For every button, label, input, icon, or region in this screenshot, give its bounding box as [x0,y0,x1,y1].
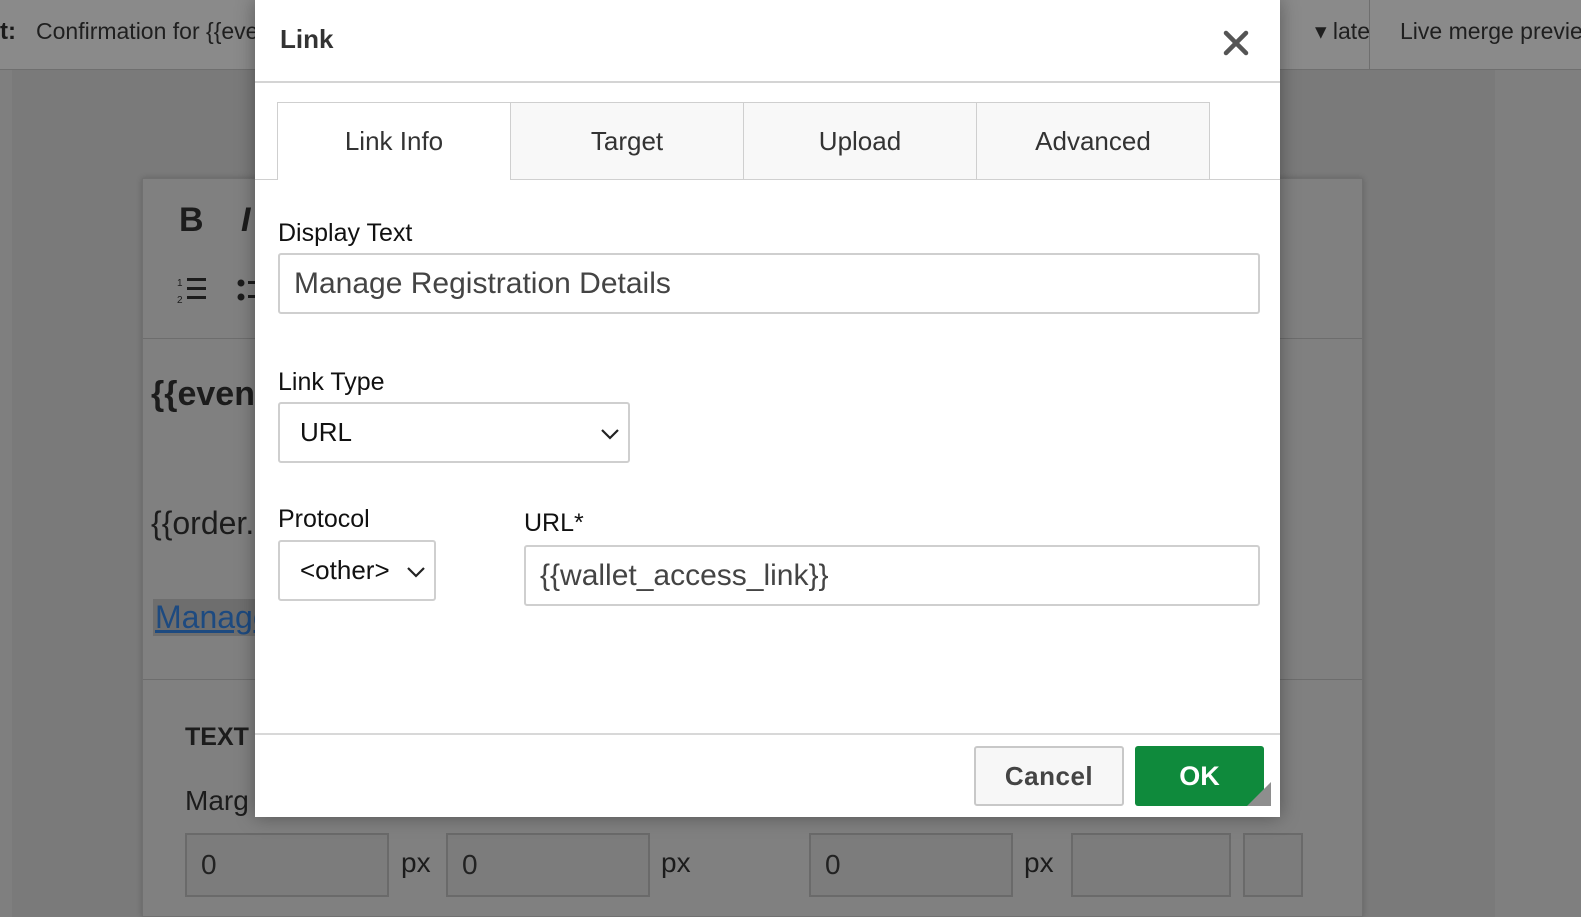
protocol-label: Protocol [278,505,370,533]
display-text-label: Display Text [278,219,413,247]
link-dialog: Link Link Info Target Upload Advanced Di… [255,0,1280,817]
tab-upload[interactable]: Upload [743,102,977,179]
subject-label: t: [0,18,16,45]
px-unit: px [401,847,431,878]
link-type-label: Link Type [278,368,385,396]
margin-bottom-input: 0 [809,833,1013,897]
text-section-heading: TEXT [185,723,249,751]
close-icon[interactable] [1217,24,1255,62]
dialog-tabs: Link Info Target Upload Advanced [255,102,1280,180]
px-unit: px [1024,847,1054,878]
margin-left-input [1071,833,1231,897]
italic-button: I [241,201,251,239]
link-type-value: URL [300,417,353,447]
px-unit: px [661,847,691,878]
topbar-divider [1369,0,1370,70]
dialog-header: Link [255,0,1280,83]
numbered-list-icon: 1 2 [177,278,206,306]
template-menu: late ▾ [1314,18,1370,44]
margin-right-input: 0 [446,833,650,897]
dialog-title: Link [280,24,334,54]
protocol-value: <other> [300,555,390,585]
margin-unit-select [1243,833,1303,897]
margin-label: Marg [185,785,249,816]
tab-target[interactable]: Target [510,102,744,179]
event-merge-field: {{event [151,375,267,413]
order-merge-field: {{order. [151,505,255,541]
chevron-down-icon [407,567,425,578]
margin-top-input: 0 [185,833,389,897]
resize-handle-icon[interactable] [1247,782,1271,806]
live-merge-preview-button: Live merge preview [1400,18,1581,44]
bold-button: B [179,201,204,239]
display-text-input[interactable]: Manage Registration Details [278,253,1260,314]
protocol-select[interactable]: <other> [278,540,436,601]
footer-divider [255,733,1280,735]
url-label: URL* [524,509,584,537]
chevron-down-icon [601,429,619,440]
ok-button[interactable]: OK [1135,746,1264,806]
tab-advanced[interactable]: Advanced [976,102,1210,179]
cancel-button[interactable]: Cancel [974,746,1124,806]
link-type-select[interactable]: URL [278,402,630,463]
tab-link-info[interactable]: Link Info [277,102,511,180]
svg-text:2: 2 [177,295,183,306]
subject-value: Confirmation for {{event [36,18,256,44]
svg-text:1: 1 [177,278,183,289]
url-input[interactable]: {{wallet_access_link}} [524,545,1260,606]
